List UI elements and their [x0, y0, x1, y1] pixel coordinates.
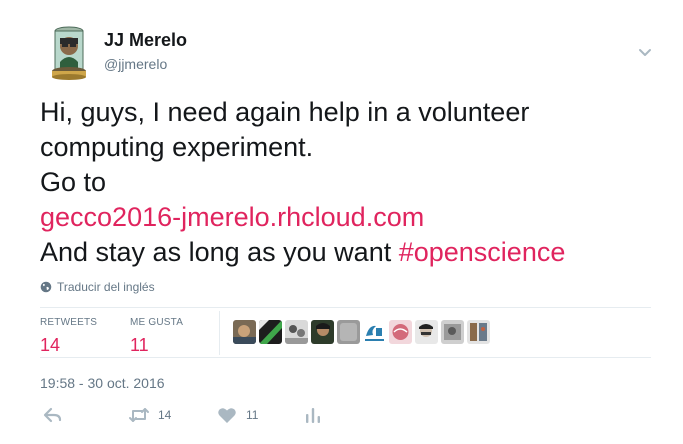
- engager-avatar[interactable]: [337, 320, 360, 344]
- reply-button[interactable]: [42, 404, 64, 426]
- engager-avatar[interactable]: [441, 320, 464, 344]
- chevron-down-icon[interactable]: [636, 44, 654, 60]
- avatar[interactable]: [46, 22, 92, 80]
- like-button[interactable]: 11: [216, 404, 258, 426]
- reply-icon: [43, 407, 62, 423]
- likes-stat[interactable]: ME GUSTA 11: [130, 317, 183, 356]
- engager-avatar[interactable]: [285, 320, 308, 344]
- tweet-text: Hi, guys, I need again help in a volunte…: [40, 95, 660, 270]
- globe-icon: [40, 281, 52, 293]
- engager-avatars: [233, 320, 490, 344]
- tweet-text-line: Go to: [40, 167, 107, 197]
- tweet-text-line: And stay as long as you want: [40, 237, 399, 267]
- heart-icon: [218, 408, 236, 423]
- retweet-icon: [129, 408, 149, 422]
- likes-count: 11: [130, 335, 149, 355]
- engager-avatar[interactable]: [389, 320, 412, 344]
- retweets-stat[interactable]: RETWEETS 14: [40, 317, 97, 356]
- translate-button[interactable]: Traducir del inglés: [40, 280, 155, 294]
- tweet-timestamp[interactable]: 19:58 - 30 oct. 2016: [40, 375, 165, 391]
- tweet-card: JJ Merelo @jjmerelo Hi, guys, I need aga…: [0, 0, 683, 444]
- retweets-count: 14: [40, 335, 61, 355]
- likes-label: ME GUSTA: [130, 317, 184, 328]
- avatar-image: [46, 22, 92, 80]
- retweets-label: RETWEETS: [40, 317, 98, 328]
- divider: [40, 307, 651, 308]
- engager-avatar[interactable]: [233, 320, 256, 344]
- hashtag-link[interactable]: #openscience: [399, 237, 566, 267]
- analytics-button[interactable]: [302, 404, 324, 426]
- divider: [40, 357, 651, 358]
- translate-label: Traducir del inglés: [57, 280, 155, 294]
- tweet-text-line: computing experiment.: [40, 132, 314, 162]
- engager-avatar[interactable]: [467, 320, 490, 344]
- analytics-icon: [306, 408, 320, 423]
- engager-avatar[interactable]: [259, 320, 282, 344]
- retweet-button[interactable]: 14: [128, 404, 171, 426]
- like-action-count: 11: [246, 408, 259, 422]
- stats-separator: [219, 311, 220, 355]
- engager-avatar[interactable]: [363, 320, 386, 344]
- author-handle[interactable]: @jjmerelo: [104, 56, 167, 72]
- tweet-link[interactable]: gecco2016-jmerelo.rhcloud.com: [40, 202, 424, 232]
- author-name[interactable]: JJ Merelo: [104, 30, 187, 51]
- retweet-action-count: 14: [158, 408, 172, 422]
- engager-avatar[interactable]: [415, 320, 438, 344]
- engager-avatar[interactable]: [311, 320, 334, 344]
- tweet-text-line: Hi, guys, I need again help in a volunte…: [40, 97, 530, 127]
